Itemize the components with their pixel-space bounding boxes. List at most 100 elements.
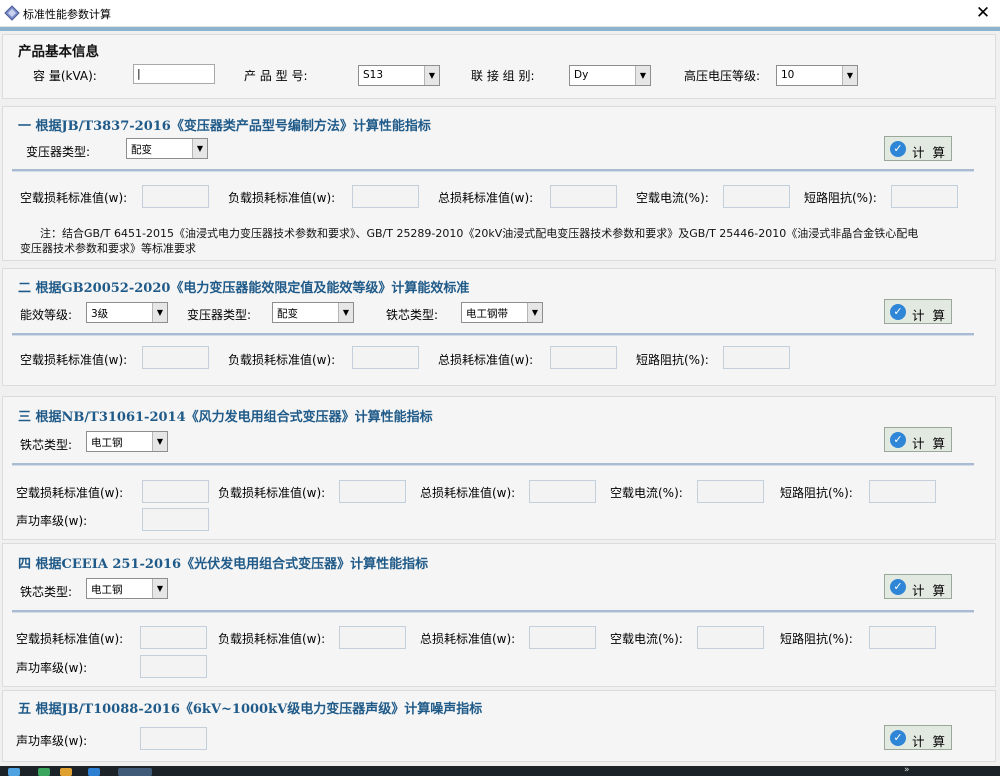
s3-total-loss-label: 总损耗标准值(w): — [420, 486, 516, 500]
s1-load-loss-field[interactable] — [352, 185, 419, 208]
s2-total-loss-field[interactable] — [550, 346, 617, 369]
s1-impedance-field[interactable] — [891, 185, 958, 208]
calc-label: 计 算 — [912, 145, 947, 160]
s3-total-loss-field[interactable] — [529, 480, 596, 503]
check-icon: ✓ — [890, 304, 906, 320]
check-icon: ✓ — [890, 579, 906, 595]
s2-noload-loss-label: 空载损耗标准值(w): — [20, 353, 128, 367]
model-select[interactable]: S13 ▼ — [358, 65, 440, 86]
s1-divider — [12, 169, 974, 172]
voltage-select[interactable]: 10 ▼ — [776, 65, 858, 86]
taskbar-start-icon[interactable] — [8, 768, 20, 776]
s3-sound-power-label: 声功率级(w): — [16, 514, 88, 528]
taskbar-folder-icon[interactable] — [60, 768, 72, 776]
s3-sound-power-field[interactable] — [142, 508, 209, 531]
s1-type-select[interactable]: 配变 ▼ — [126, 138, 208, 159]
s3-load-loss-label: 负载损耗标准值(w): — [218, 486, 326, 500]
s2-impedance-label: 短路阻抗(%): — [636, 353, 709, 367]
s2-eff-label: 能效等级: — [20, 308, 73, 322]
s1-noload-current-label: 空载电流(%): — [636, 191, 709, 205]
s4-noload-loss-label: 空载损耗标准值(w): — [16, 632, 124, 646]
section-2-title: 二 根据GB20052-2020《电力变压器能效限定值及能效等级》计算能效标准 — [18, 281, 470, 296]
s4-load-loss-field[interactable] — [339, 626, 406, 649]
s3-noload-loss-field[interactable] — [142, 480, 209, 503]
s2-type-select[interactable]: 配变 ▼ — [272, 302, 354, 323]
taskbar-chevron-icon[interactable]: » — [904, 765, 910, 775]
calc-label: 计 算 — [912, 734, 947, 749]
s1-load-loss-label: 负载损耗标准值(w): — [228, 191, 336, 205]
s1-type-label: 变压器类型: — [26, 145, 91, 159]
s2-eff-value: 3级 — [91, 308, 109, 320]
s4-load-loss-label: 负载损耗标准值(w): — [218, 632, 326, 646]
chevron-down-icon: ▼ — [152, 432, 167, 451]
app-icon — [4, 5, 20, 21]
s4-noload-current-field[interactable] — [697, 626, 764, 649]
s1-impedance-label: 短路阻抗(%): — [804, 191, 877, 205]
section-1-title: 一 根据JB/T3837-2016《变压器类产品型号编制方法》计算性能指标 — [18, 119, 431, 134]
s4-total-loss-field[interactable] — [529, 626, 596, 649]
model-value: S13 — [363, 69, 384, 81]
s4-impedance-field[interactable] — [869, 626, 936, 649]
chevron-down-icon: ▼ — [192, 139, 207, 158]
capacity-label: 容 量(kVA): — [33, 69, 97, 83]
s2-load-loss-field[interactable] — [352, 346, 419, 369]
s2-noload-loss-field[interactable] — [142, 346, 209, 369]
calc-label: 计 算 — [912, 308, 947, 323]
s3-impedance-label: 短路阻抗(%): — [780, 486, 853, 500]
chevron-down-icon: ▼ — [338, 303, 353, 322]
s1-noload-loss-field[interactable] — [142, 185, 209, 208]
check-icon: ✓ — [890, 432, 906, 448]
s4-calc-button[interactable]: ✓ 计 算 — [884, 574, 952, 599]
s1-noload-current-field[interactable] — [723, 185, 790, 208]
calc-label: 计 算 — [912, 583, 947, 598]
section-3-title: 三 根据NB/T31061-2014《风力发电用组合式变压器》计算性能指标 — [18, 410, 433, 425]
s2-core-value: 电工钢带 — [466, 308, 508, 320]
section-4-title: 四 根据CEEIA 251-2016《光伏发电用组合式变压器》计算性能指标 — [18, 557, 429, 572]
taskbar-active-app-icon[interactable] — [118, 768, 152, 776]
s2-load-loss-label: 负载损耗标准值(w): — [228, 353, 336, 367]
s3-calc-button[interactable]: ✓ 计 算 — [884, 427, 952, 452]
s3-core-select[interactable]: 电工钢 ▼ — [86, 431, 168, 452]
window-title: 标准性能参数计算 — [23, 8, 111, 21]
group-select[interactable]: Dy ▼ — [569, 65, 651, 86]
s4-noload-loss-field[interactable] — [140, 626, 207, 649]
s3-core-value: 电工钢 — [91, 437, 123, 449]
s3-noload-loss-label: 空载损耗标准值(w): — [16, 486, 124, 500]
s2-impedance-field[interactable] — [723, 346, 790, 369]
s4-divider — [12, 610, 974, 613]
accent-bar — [0, 27, 1000, 31]
s3-core-label: 铁芯类型: — [20, 438, 73, 452]
s2-eff-select[interactable]: 3级 ▼ — [86, 302, 168, 323]
taskbar-app-icon[interactable] — [88, 768, 100, 776]
s5-sound-power-field[interactable] — [140, 727, 207, 750]
s2-divider — [12, 333, 974, 336]
s1-total-loss-field[interactable] — [550, 185, 617, 208]
capacity-input[interactable]: | — [133, 64, 215, 84]
s2-core-select[interactable]: 电工钢带 ▼ — [461, 302, 543, 323]
s3-impedance-field[interactable] — [869, 480, 936, 503]
chevron-down-icon: ▼ — [152, 303, 167, 322]
calc-label: 计 算 — [912, 436, 947, 451]
s4-core-select[interactable]: 电工钢 ▼ — [86, 578, 168, 599]
voltage-label: 高压电压等级: — [684, 69, 761, 83]
s1-calc-button[interactable]: ✓ 计 算 — [884, 136, 952, 161]
group-value: Dy — [574, 69, 589, 81]
taskbar-app-icon[interactable] — [38, 768, 50, 776]
s1-noload-loss-label: 空载损耗标准值(w): — [20, 191, 128, 205]
basic-info-title: 产品基本信息 — [18, 44, 99, 60]
s4-sound-power-label: 声功率级(w): — [16, 661, 88, 675]
group-label: 联 接 组 别: — [471, 69, 535, 83]
title-bar — [0, 0, 1000, 27]
s3-load-loss-field[interactable] — [339, 480, 406, 503]
s5-calc-button[interactable]: ✓ 计 算 — [884, 725, 952, 750]
s2-calc-button[interactable]: ✓ 计 算 — [884, 299, 952, 324]
s1-note-line2: 变压器技术参数和要求》等标准要求 — [20, 242, 196, 255]
close-button[interactable]: ✕ — [968, 1, 998, 25]
chevron-down-icon: ▼ — [842, 66, 857, 85]
chevron-down-icon: ▼ — [527, 303, 542, 322]
s4-sound-power-field[interactable] — [140, 655, 207, 678]
s4-impedance-label: 短路阻抗(%): — [780, 632, 853, 646]
s4-total-loss-label: 总损耗标准值(w): — [420, 632, 516, 646]
s2-core-label: 铁芯类型: — [386, 308, 439, 322]
s3-noload-current-field[interactable] — [697, 480, 764, 503]
